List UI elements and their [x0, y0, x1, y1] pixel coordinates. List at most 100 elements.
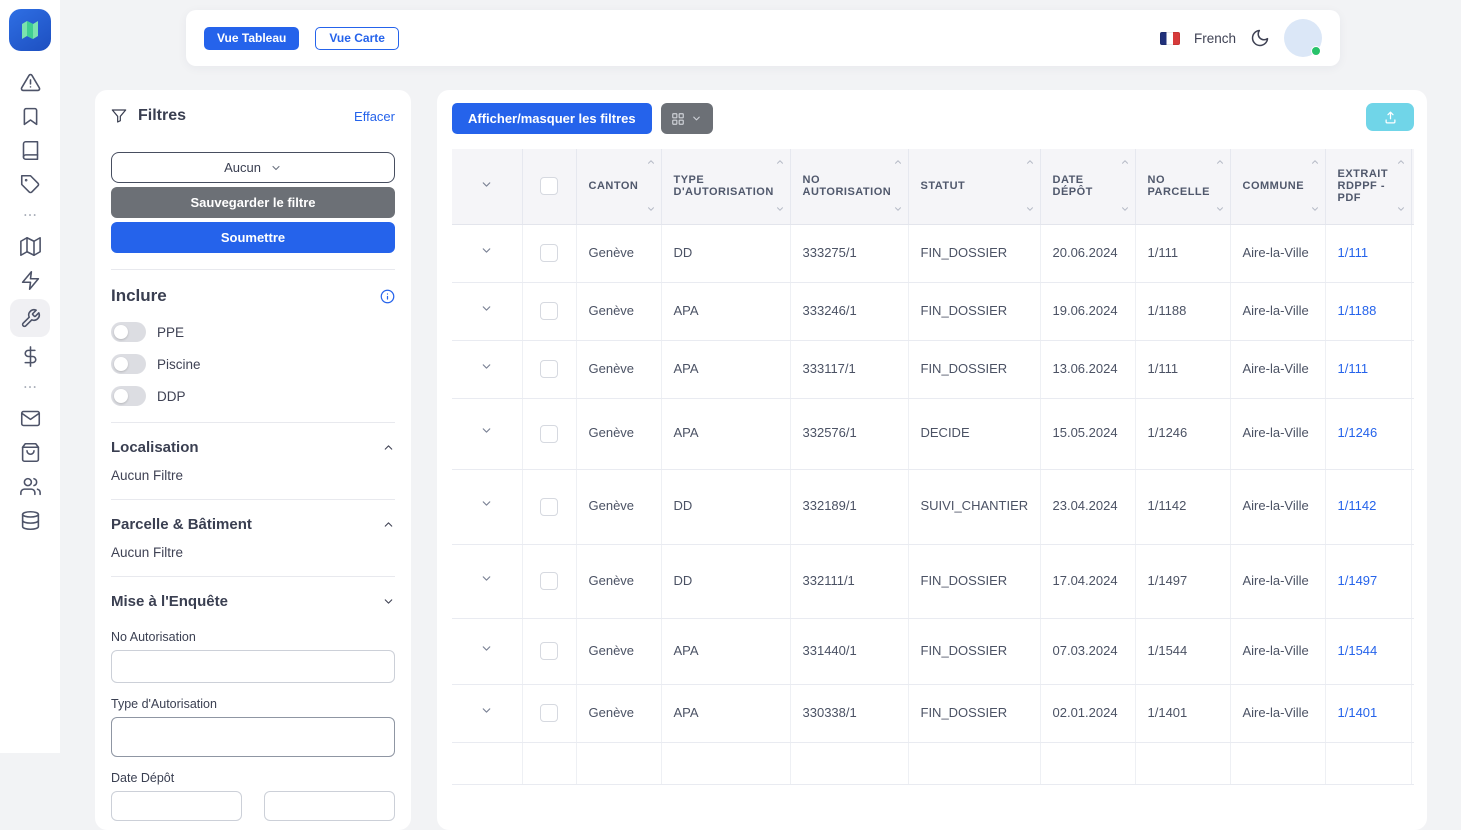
row-checkbox[interactable]: [540, 704, 558, 723]
toggle-ppe[interactable]: [111, 322, 146, 342]
sidebar-item-mail[interactable]: [10, 401, 50, 435]
column-header[interactable]: COMMUNE: [1230, 149, 1326, 225]
type-autorisation-input[interactable]: [111, 717, 395, 757]
extrait-pdf-cell: 1/1246: [1325, 398, 1412, 470]
expand-row-button[interactable]: [480, 572, 493, 585]
rail-overflow-dots: [10, 201, 50, 229]
app-logo[interactable]: [9, 9, 51, 51]
sidebar-item-shopping-bag[interactable]: [10, 435, 50, 469]
column-header[interactable]: CANTON: [576, 149, 662, 225]
sort-control[interactable]: [775, 157, 785, 214]
sidebar-item-book[interactable]: [10, 133, 50, 167]
expand-all-header[interactable]: [452, 149, 523, 225]
user-avatar[interactable]: [1284, 19, 1322, 57]
expand-row-button[interactable]: [480, 360, 493, 373]
include-info-button[interactable]: [380, 289, 395, 304]
saved-filter-select[interactable]: Aucun: [111, 152, 395, 183]
row-checkbox[interactable]: [540, 424, 558, 443]
sidebar-item-users[interactable]: [10, 469, 50, 503]
info-icon: [380, 289, 395, 303]
date-depot-to-input[interactable]: [264, 791, 395, 821]
sort-control[interactable]: [1215, 157, 1225, 214]
row-checkbox[interactable]: [540, 244, 558, 263]
toggle-filters-button[interactable]: Afficher/masquer les filtres: [452, 103, 652, 134]
sidebar-item-zap[interactable]: [10, 263, 50, 297]
column-header[interactable]: NO PARCELLE: [1135, 149, 1231, 225]
extrait-pdf-link[interactable]: 1/111: [1338, 361, 1369, 376]
sidebar-item-dollar[interactable]: [10, 339, 50, 373]
date-depot-label: Date Dépôt: [111, 771, 175, 785]
sort-asc-icon: [1026, 160, 1033, 164]
no-autorisation-cell: 332189/1: [790, 469, 909, 545]
type-cell: [661, 742, 791, 785]
extrait-pdf-link[interactable]: 1/1544: [1338, 643, 1378, 658]
clear-filters-link[interactable]: Effacer: [354, 109, 395, 124]
toggle-ddp[interactable]: [111, 386, 146, 406]
extrait-pdf-link[interactable]: 1/1142: [1338, 498, 1377, 513]
view-options-dropdown-button[interactable]: [660, 103, 713, 134]
row-checkbox[interactable]: [540, 302, 558, 321]
sort-desc-icon: [1311, 206, 1318, 211]
expand-row-button[interactable]: [480, 642, 493, 655]
column-header[interactable]: NO AUTORISATION: [790, 149, 909, 225]
row-checkbox[interactable]: [540, 360, 558, 379]
sidebar-item-bookmark[interactable]: [10, 99, 50, 133]
sort-control[interactable]: [646, 157, 656, 214]
chevron-down-icon: [482, 428, 491, 434]
expand-row-button[interactable]: [480, 497, 493, 510]
expand-row-button[interactable]: [480, 244, 493, 257]
extrait-pdf-link[interactable]: 1/1246: [1338, 425, 1378, 440]
date-depot-cell: 20.06.2024: [1040, 224, 1136, 283]
sort-control[interactable]: [1396, 157, 1406, 214]
language-selector[interactable]: French: [1194, 31, 1236, 46]
column-header[interactable]: DATE DÉPÔT: [1040, 149, 1136, 225]
sidebar-item-map[interactable]: [10, 229, 50, 263]
expand-row-button[interactable]: [480, 302, 493, 315]
commune-cell: Aire-la-Ville: [1230, 340, 1326, 399]
toggle-piscine[interactable]: [111, 354, 146, 374]
extrait-pdf-link[interactable]: 1/111: [1338, 245, 1369, 260]
extrait-pdf-link[interactable]: 1/1401: [1338, 705, 1378, 720]
sort-control[interactable]: [1120, 157, 1130, 214]
expand-row-button[interactable]: [480, 704, 493, 717]
sidebar-item-wrench[interactable]: [10, 299, 50, 337]
sort-control[interactable]: [1025, 157, 1035, 214]
sidebar-item-alert-triangle[interactable]: [10, 65, 50, 99]
sort-control[interactable]: [1310, 157, 1320, 214]
section-localisation[interactable]: Localisation: [111, 439, 395, 456]
row-checkbox[interactable]: [540, 642, 558, 661]
section-parcelle-batiment[interactable]: Parcelle & Bâtiment: [111, 516, 395, 533]
row-checkbox[interactable]: [540, 497, 558, 516]
column-header[interactable]: STATUT: [908, 149, 1041, 225]
row-checkbox[interactable]: [540, 572, 558, 591]
view-map-button[interactable]: Vue Carte: [315, 26, 399, 50]
sidebar-item-database[interactable]: [10, 503, 50, 537]
select-all-checkbox[interactable]: [540, 177, 558, 196]
french-flag-icon: [1159, 31, 1180, 45]
sort-asc-icon: [1216, 160, 1223, 164]
dark-mode-toggle[interactable]: [1250, 28, 1270, 48]
date-depot-from-input[interactable]: [111, 791, 242, 821]
sidebar-item-tag[interactable]: [10, 167, 50, 201]
dots-icon: [24, 214, 36, 216]
no-parcelle-cell: 1/1142: [1135, 469, 1231, 545]
view-table-button[interactable]: Vue Tableau: [204, 26, 300, 50]
expand-row-button[interactable]: [480, 424, 493, 437]
column-header[interactable]: TYPE D'AUTORISATION: [661, 149, 791, 225]
expand-row-cell: [452, 544, 523, 619]
section-mise-a-l-enquete[interactable]: Mise à l'Enquête: [111, 593, 395, 610]
filters-panel: Filtres Effacer Aucun Sauvegarder le fil…: [95, 90, 411, 830]
extrait-pdf-link[interactable]: 1/1497: [1338, 573, 1378, 588]
type-autorisation-label: Type d'Autorisation: [111, 697, 217, 711]
chevron-down-icon: [482, 306, 491, 311]
sort-control[interactable]: [893, 157, 903, 214]
clipped-cell: [1411, 742, 1414, 785]
no-filter-text: Aucun Filtre: [111, 468, 184, 483]
export-button[interactable]: [1366, 103, 1414, 131]
submit-filter-button[interactable]: Soumettre: [111, 222, 395, 253]
save-filter-button[interactable]: Sauvegarder le filtre: [111, 187, 395, 218]
row-select-cell: [522, 742, 577, 785]
no-autorisation-input[interactable]: [111, 650, 395, 683]
extrait-pdf-link[interactable]: 1/1188: [1338, 303, 1377, 318]
column-header[interactable]: EXTRAIT RDPPF - PDF: [1325, 149, 1412, 225]
